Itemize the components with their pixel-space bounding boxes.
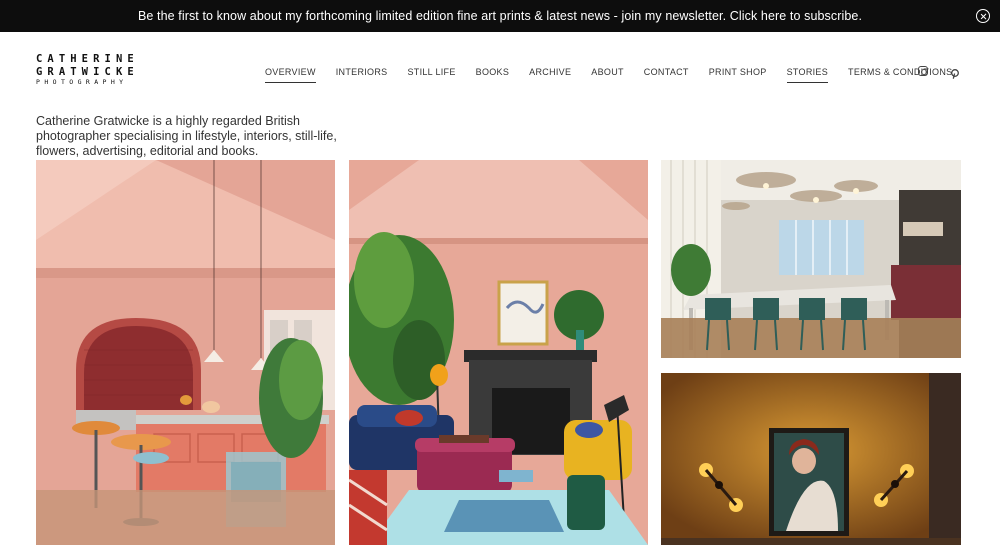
portrait-wall-lights-photo[interactable] — [661, 373, 961, 545]
intro-text: Catherine Gratwicke is a highly regarded… — [36, 114, 337, 158]
nav-item-archive[interactable]: ARCHIVE — [529, 67, 571, 83]
logo-line-3: PHOTOGRAPHY — [36, 78, 128, 86]
nav-item-overview[interactable]: OVERVIEW — [265, 67, 316, 83]
nav-item-contact[interactable]: CONTACT — [644, 67, 689, 83]
close-icon[interactable] — [976, 9, 990, 23]
pink-kitchen-photo[interactable] — [36, 160, 335, 545]
newsletter-banner-text[interactable]: Be the first to know about my forthcomin… — [138, 9, 862, 23]
pink-living-room-photo[interactable] — [349, 160, 648, 545]
main-nav: OVERVIEW INTERIORS STILL LIFE BOOKS ARCH… — [265, 67, 952, 83]
nav-item-about[interactable]: ABOUT — [591, 67, 624, 83]
newsletter-banner[interactable]: Be the first to know about my forthcomin… — [0, 0, 1000, 32]
pinterest-icon[interactable] — [950, 66, 960, 79]
site-logo[interactable]: CATHERINE GRATWICKE PHOTOGRAPHY — [36, 54, 139, 86]
instagram-icon[interactable] — [918, 66, 928, 76]
social-links — [918, 66, 960, 79]
nav-item-books[interactable]: BOOKS — [476, 67, 510, 83]
logo-line-1: CATHERINE — [36, 53, 139, 65]
workspace-interior-photo[interactable] — [661, 160, 961, 358]
nav-item-still-life[interactable]: STILL LIFE — [407, 67, 455, 83]
nav-item-print-shop[interactable]: PRINT SHOP — [709, 67, 767, 83]
nav-item-stories[interactable]: STORIES — [786, 67, 829, 83]
nav-item-interiors[interactable]: INTERIORS — [336, 67, 388, 83]
logo-line-2: GRATWICKE — [36, 65, 139, 78]
